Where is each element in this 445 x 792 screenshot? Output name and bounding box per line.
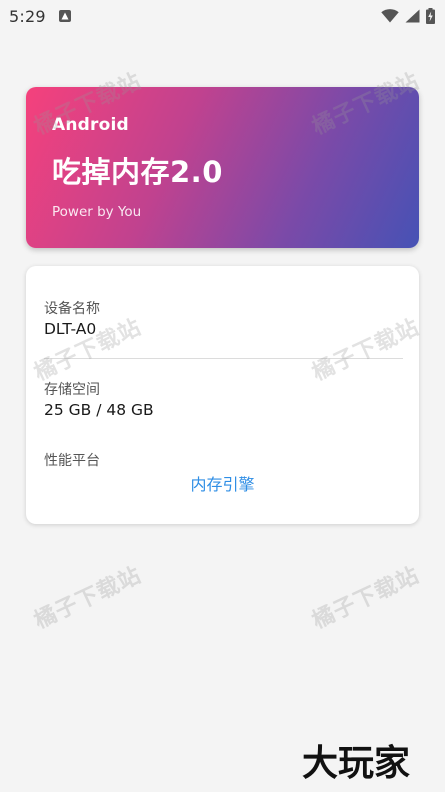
performance-label: 性能平台 xyxy=(44,453,100,469)
status-bar-right xyxy=(381,8,435,24)
device-name-value: DLT-A0 xyxy=(44,320,97,338)
cellular-signal-icon xyxy=(405,9,420,23)
storage-value: 25 GB / 48 GB xyxy=(44,401,154,419)
app-notification-icon xyxy=(58,10,71,22)
battery-charging-icon xyxy=(426,8,435,24)
watermark: 橘子下载站 xyxy=(30,562,146,635)
wifi-icon xyxy=(381,9,399,23)
watermark: 橘子下载站 xyxy=(308,562,424,635)
device-info-card: 设备名称 DLT-A0 存储空间 25 GB / 48 GB 性能平台 内存引擎 xyxy=(26,266,419,524)
status-bar: 5:29 xyxy=(0,0,445,32)
status-bar-left: 5:29 xyxy=(9,7,71,26)
storage-label: 存储空间 xyxy=(44,382,100,398)
device-name-label: 设备名称 xyxy=(44,301,100,317)
header-card: Android 吃掉内存2.0 Power by You xyxy=(26,87,419,248)
platform-label: Android xyxy=(52,115,129,135)
bottom-logo: 大玩家 xyxy=(302,742,411,784)
app-title: 吃掉内存2.0 xyxy=(52,155,223,189)
memory-engine-link[interactable]: 内存引擎 xyxy=(26,471,419,495)
status-time: 5:29 xyxy=(9,6,46,26)
app-subtitle: Power by You xyxy=(52,204,142,220)
divider xyxy=(44,358,403,359)
